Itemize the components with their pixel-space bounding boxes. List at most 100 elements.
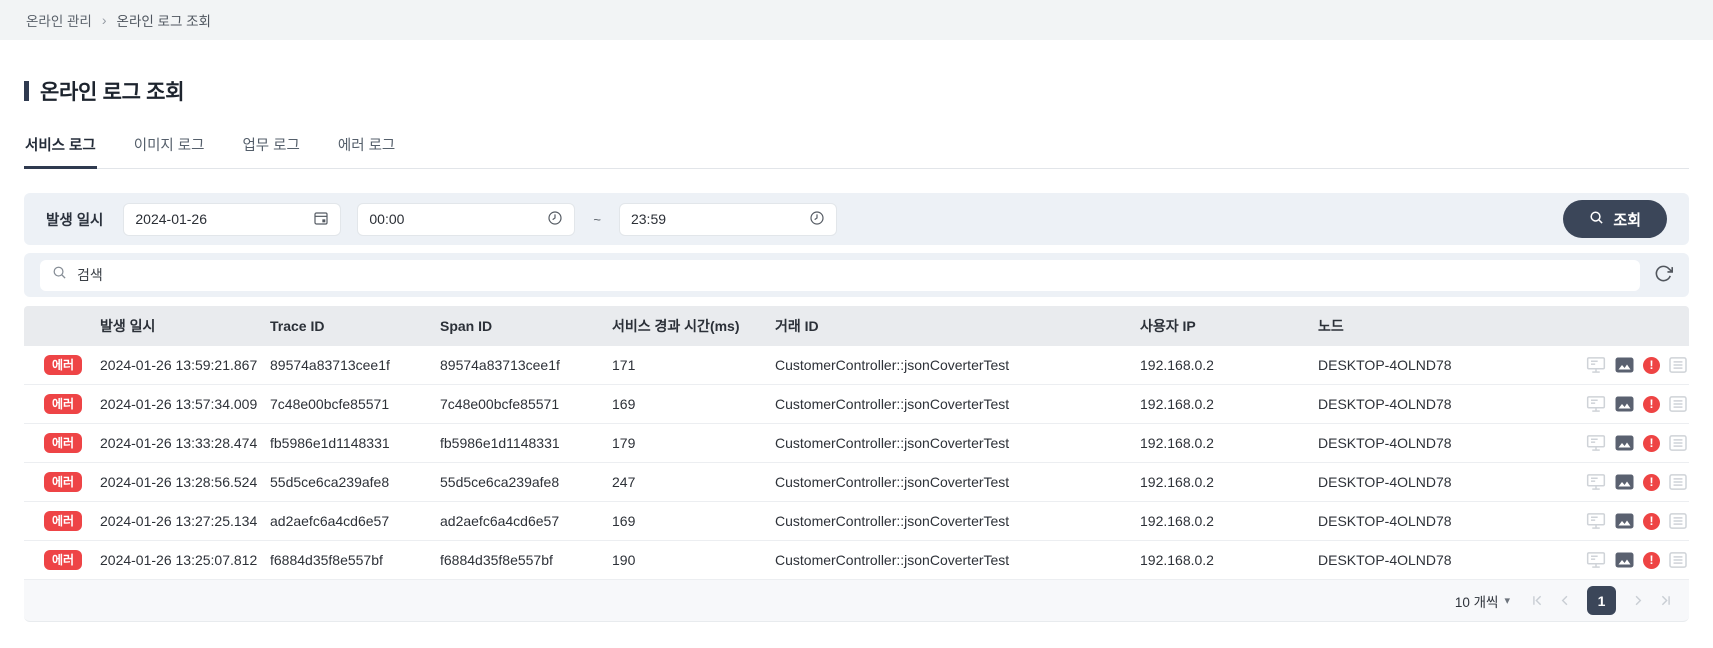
row-actions: !: [1568, 395, 1689, 413]
page-size-label: 10 개씩: [1454, 594, 1499, 610]
tab-service-log[interactable]: 서비스 로그: [24, 134, 97, 169]
search-input-wrap[interactable]: [40, 259, 1640, 291]
clock-icon[interactable]: [809, 210, 825, 229]
cell-node: DESKTOP-4OLND78: [1318, 552, 1452, 568]
occurred-datetime-label: 발생 일시: [46, 212, 104, 229]
cell-datetime: 2024-01-26 13:28:56.524: [100, 474, 258, 490]
cell-datetime: 2024-01-26 13:27:25.134: [100, 513, 258, 529]
cell-elapsed: 179: [612, 435, 636, 451]
error-icon[interactable]: !: [1643, 434, 1660, 452]
image-icon[interactable]: [1615, 552, 1634, 568]
error-icon[interactable]: !: [1643, 356, 1660, 374]
search-input[interactable]: [77, 267, 1628, 283]
cell-span-id: ad2aefc6a4cd6e57: [440, 513, 560, 529]
query-button-label: 조회: [1613, 211, 1641, 229]
error-icon[interactable]: !: [1643, 395, 1660, 413]
cell-user-ip: 192.168.0.2: [1140, 435, 1214, 451]
cell-trace-id: 89574a83713cee1f: [270, 357, 390, 373]
calendar-icon[interactable]: [313, 210, 329, 229]
clock-icon[interactable]: [547, 210, 563, 229]
first-page-button[interactable]: [1528, 590, 1549, 611]
time-from-input[interactable]: 00:00: [357, 202, 576, 236]
cell-user-ip: 192.168.0.2: [1140, 513, 1214, 529]
tab-error-log[interactable]: 에러 로그: [337, 134, 396, 169]
detail-list-icon[interactable]: [1669, 474, 1687, 490]
table-row[interactable]: 에러 2024-01-26 13:57:34.009 7c48e00bcfe85…: [24, 385, 1689, 424]
page-size-select[interactable]: 10 개씩 ▾: [1455, 591, 1510, 611]
next-page-button[interactable]: [1627, 590, 1648, 611]
cell-datetime: 2024-01-26 13:59:21.867: [100, 357, 258, 373]
cell-elapsed: 247: [612, 474, 636, 490]
current-page-button[interactable]: 1: [1587, 586, 1616, 615]
page-title: 온라인 로그 조회: [40, 81, 185, 104]
cell-trace-id: ad2aefc6a4cd6e57: [270, 513, 390, 529]
error-badge: 에러: [44, 433, 83, 453]
col-span-id: Span ID: [440, 318, 493, 334]
prev-page-button[interactable]: [1555, 590, 1576, 611]
cell-span-id: fb5986e1d1148331: [440, 435, 560, 451]
console-icon[interactable]: [1586, 473, 1606, 491]
tab-image-log[interactable]: 이미지 로그: [133, 134, 206, 169]
cell-tx-id: CustomerController::jsonCoverterTest: [775, 357, 1010, 373]
cell-span-id: 89574a83713cee1f: [440, 357, 560, 373]
date-input[interactable]: 2024-01-26: [123, 202, 342, 236]
image-icon[interactable]: [1615, 396, 1634, 412]
refresh-button[interactable]: [1654, 264, 1673, 286]
console-icon[interactable]: [1586, 395, 1606, 413]
console-icon[interactable]: [1586, 356, 1606, 374]
cell-span-id: 55d5ce6ca239afe8: [440, 474, 560, 490]
detail-list-icon[interactable]: [1669, 513, 1687, 529]
console-icon[interactable]: [1586, 551, 1606, 569]
pagination: 10 개씩 ▾ 1: [24, 580, 1689, 622]
tab-business-log[interactable]: 업무 로그: [241, 134, 300, 169]
time-to-input[interactable]: 23:59: [618, 202, 837, 236]
col-tx-id: 거래 ID: [775, 318, 819, 334]
image-icon[interactable]: [1615, 357, 1634, 373]
image-icon[interactable]: [1615, 474, 1634, 490]
breadcrumb-item-current[interactable]: 온라인 로그 조회: [117, 10, 211, 30]
error-badge: 에러: [44, 511, 83, 531]
table-row[interactable]: 에러 2024-01-26 13:59:21.867 89574a83713ce…: [24, 346, 1689, 385]
image-icon[interactable]: [1615, 513, 1634, 529]
row-actions: !: [1568, 356, 1689, 374]
console-icon[interactable]: [1586, 512, 1606, 530]
last-page-button[interactable]: [1654, 590, 1675, 611]
filter-bar: 발생 일시 2024-01-26 00:00 ~ 23:59 조회: [24, 193, 1689, 245]
date-value: 2024-01-26: [135, 211, 208, 227]
query-button[interactable]: 조회: [1563, 200, 1667, 238]
title-row: 온라인 로그 조회: [24, 76, 1689, 106]
cell-span-id: 7c48e00bcfe85571: [440, 396, 560, 412]
cell-trace-id: 55d5ce6ca239afe8: [270, 474, 390, 490]
col-node: 노드: [1318, 318, 1344, 334]
image-icon[interactable]: [1615, 435, 1634, 451]
table-header-row: 발생 일시 Trace ID Span ID 서비스 경과 시간(ms) 거래 …: [24, 306, 1689, 346]
error-icon[interactable]: !: [1643, 512, 1660, 530]
cell-elapsed: 171: [612, 357, 636, 373]
cell-tx-id: CustomerController::jsonCoverterTest: [775, 474, 1010, 490]
table-row[interactable]: 에러 2024-01-26 13:33:28.474 fb5986e1d1148…: [24, 424, 1689, 463]
detail-list-icon[interactable]: [1669, 552, 1687, 568]
cell-datetime: 2024-01-26 13:33:28.474: [100, 435, 258, 451]
detail-list-icon[interactable]: [1669, 357, 1687, 373]
error-icon[interactable]: !: [1643, 473, 1660, 491]
console-icon[interactable]: [1586, 434, 1606, 452]
table-row[interactable]: 에러 2024-01-26 13:27:25.134 ad2aefc6a4cd6…: [24, 502, 1689, 541]
error-icon[interactable]: !: [1643, 551, 1660, 569]
log-table: 발생 일시 Trace ID Span ID 서비스 경과 시간(ms) 거래 …: [24, 306, 1689, 622]
cell-span-id: f6884d35f8e557bf: [440, 552, 553, 568]
cell-trace-id: 7c48e00bcfe85571: [270, 396, 390, 412]
cell-datetime: 2024-01-26 13:57:34.009: [100, 396, 258, 412]
col-elapsed: 서비스 경과 시간(ms): [612, 318, 740, 334]
table-row[interactable]: 에러 2024-01-26 13:25:07.812 f6884d35f8e55…: [24, 541, 1689, 580]
cell-node: DESKTOP-4OLND78: [1318, 474, 1452, 490]
error-badge: 에러: [44, 394, 83, 414]
breadcrumb-item-parent[interactable]: 온라인 관리: [26, 10, 92, 30]
detail-list-icon[interactable]: [1669, 435, 1687, 451]
cell-tx-id: CustomerController::jsonCoverterTest: [775, 552, 1010, 568]
cell-datetime: 2024-01-26 13:25:07.812: [100, 552, 258, 568]
cell-tx-id: CustomerController::jsonCoverterTest: [775, 513, 1010, 529]
detail-list-icon[interactable]: [1669, 396, 1687, 412]
table-row[interactable]: 에러 2024-01-26 13:28:56.524 55d5ce6ca239a…: [24, 463, 1689, 502]
cell-node: DESKTOP-4OLND78: [1318, 513, 1452, 529]
refresh-icon: [1654, 264, 1673, 286]
